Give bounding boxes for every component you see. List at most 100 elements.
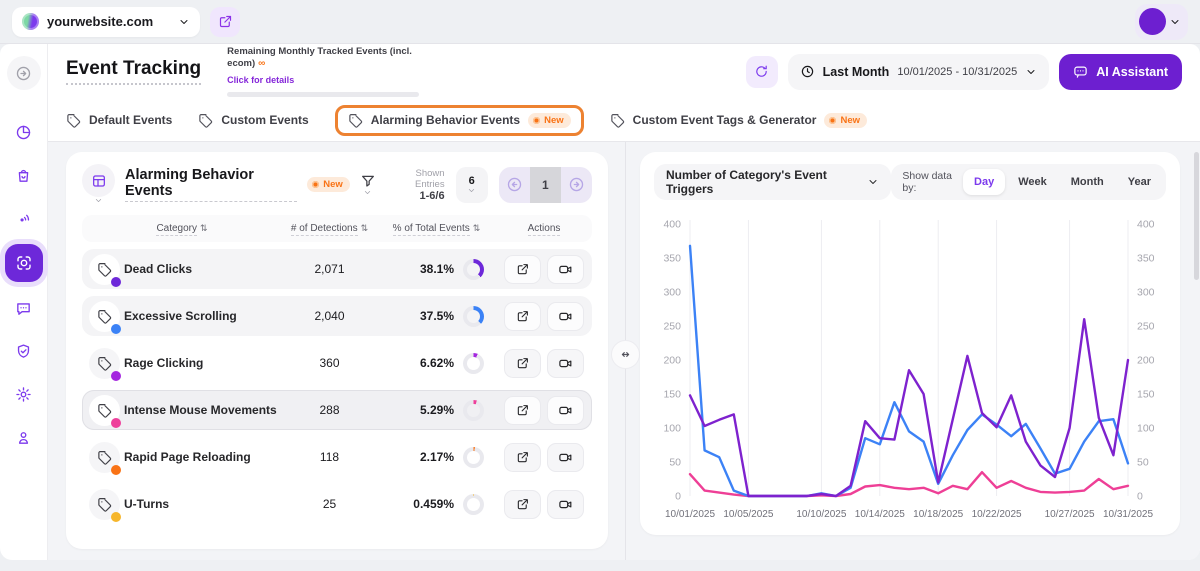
tab-label: Custom Event Tags & Generator [633, 113, 817, 127]
ai-assistant-button[interactable]: AI Assistant [1059, 54, 1182, 90]
svg-text:250: 250 [663, 321, 681, 333]
metric-selector[interactable]: Number of Category's Event Triggers [654, 164, 891, 200]
panel-icon-toggle[interactable] [82, 164, 115, 205]
percent-ring [463, 494, 484, 515]
svg-text:0: 0 [675, 491, 681, 503]
tab-alarming-behavior-events[interactable]: Alarming Behavior EventsNew [335, 105, 584, 136]
category-name: Rapid Page Reloading [124, 450, 282, 464]
open-events-button[interactable] [504, 490, 541, 519]
sidebar-item-dashboard[interactable] [7, 115, 41, 149]
svg-text:10/01/2025: 10/01/2025 [665, 509, 715, 520]
view-recordings-button[interactable] [547, 302, 584, 331]
chevron-down-icon [94, 196, 103, 205]
category-color-dot [111, 324, 121, 334]
tab-default-events[interactable]: Default Events [66, 113, 172, 128]
open-events-button[interactable] [504, 396, 541, 425]
granularity-month[interactable]: Month [1060, 169, 1115, 195]
category-icon [89, 442, 120, 473]
view-recordings-button[interactable] [547, 490, 584, 519]
prev-page-button[interactable] [499, 167, 530, 203]
column-header--of-detections[interactable]: # of Detections⇅ [282, 223, 377, 234]
chevron-down-icon [467, 186, 476, 195]
tab-custom-events[interactable]: Custom Events [198, 113, 308, 128]
sidebar-item-event-tracking[interactable] [5, 244, 43, 282]
refresh-button[interactable] [746, 56, 778, 88]
pie-chart-icon [15, 124, 32, 141]
shopping-bag-icon [15, 167, 32, 184]
page-size-selector[interactable]: 6 [456, 167, 488, 203]
filter-button[interactable] [360, 173, 376, 197]
sidebar-item-users[interactable] [7, 420, 41, 454]
chevron-down-icon [1025, 66, 1037, 78]
svg-text:350: 350 [663, 253, 681, 265]
chat-bubble-icon [15, 300, 32, 317]
sidebar-item-collapse-panel[interactable] [7, 56, 41, 90]
scrollbar[interactable] [1194, 152, 1199, 280]
avatar [1139, 8, 1166, 35]
tag-icon [97, 262, 112, 277]
table-row-dead-clicks[interactable]: Dead Clicks 2,071 38.1% [82, 249, 592, 289]
column-header--of-total-events[interactable]: % of Total Events⇅ [377, 223, 496, 234]
granularity-day[interactable]: Day [963, 169, 1005, 195]
svg-text:350: 350 [1137, 253, 1155, 265]
sidebar-item-settings[interactable] [7, 377, 41, 411]
category-icon [89, 348, 120, 379]
view-recordings-button[interactable] [547, 349, 584, 378]
click-for-details-link[interactable]: Click for details [227, 75, 294, 85]
granularity-week[interactable]: Week [1007, 169, 1058, 195]
view-recordings-button[interactable] [547, 443, 584, 472]
view-recordings-button[interactable] [547, 396, 584, 425]
detections-count: 2,040 [282, 309, 377, 323]
svg-text:100: 100 [1137, 423, 1155, 435]
sidebar-item-feedback[interactable] [7, 291, 41, 325]
svg-text:50: 50 [669, 457, 681, 469]
svg-text:10/27/2025: 10/27/2025 [1045, 509, 1095, 520]
chevron-down-icon [867, 176, 879, 188]
tag-icon [97, 356, 112, 371]
arrow-right-circle-icon [15, 65, 32, 82]
tab-label: Custom Events [221, 113, 308, 127]
open-events-button[interactable] [504, 443, 541, 472]
chevron-down-icon [1169, 16, 1181, 28]
sort-icon: ⇅ [473, 223, 481, 233]
sort-icon: ⇅ [200, 223, 208, 233]
svg-text:10/14/2025: 10/14/2025 [855, 509, 905, 520]
table-row-rapid-page-reloading[interactable]: Rapid Page Reloading 118 2.17% [82, 437, 592, 477]
open-events-button[interactable] [504, 349, 541, 378]
detections-count: 360 [282, 356, 377, 370]
granularity-switcher: Show data by: DayWeekMonthYear [891, 164, 1166, 200]
category-color-dot [111, 512, 121, 522]
account-menu[interactable] [1135, 4, 1188, 40]
new-badge: New [824, 113, 867, 128]
column-header-category[interactable]: Category⇅ [82, 223, 282, 234]
svg-text:10/31/2025: 10/31/2025 [1103, 509, 1153, 520]
sidebar-item-recordings[interactable] [7, 201, 41, 235]
person-pin-icon [15, 429, 32, 446]
open-site-button[interactable] [210, 7, 240, 37]
tag-icon [97, 497, 112, 512]
open-events-button[interactable] [504, 302, 541, 331]
category-name: Intense Mouse Movements [124, 403, 282, 417]
category-color-dot [111, 418, 121, 428]
percent-ring [463, 400, 484, 421]
svg-text:150: 150 [663, 389, 681, 401]
sidebar-item-ecommerce[interactable] [7, 158, 41, 192]
table-row-excessive-scrolling[interactable]: Excessive Scrolling 2,040 37.5% [82, 296, 592, 336]
next-page-button[interactable] [561, 167, 592, 203]
tab-custom-event-tags-generator[interactable]: Custom Event Tags & Generator New [610, 113, 867, 128]
table-row-u-turns[interactable]: U-Turns 25 0.459% [82, 484, 592, 524]
site-logo-icon [22, 13, 39, 30]
table-row-intense-mouse-movements[interactable]: Intense Mouse Movements 288 5.29% [82, 390, 592, 430]
panel-resize-handle[interactable] [611, 340, 640, 369]
svg-text:400: 400 [1137, 219, 1155, 231]
shown-entries: Shown Entries 1-6/6 [387, 168, 445, 202]
table-row-rage-clicking[interactable]: Rage Clicking 360 6.62% [82, 343, 592, 383]
open-events-button[interactable] [504, 255, 541, 284]
percent-of-total: 5.29% [420, 403, 454, 417]
date-range-selector[interactable]: Last Month 10/01/2025 - 10/31/2025 [788, 54, 1050, 90]
granularity-year[interactable]: Year [1117, 169, 1162, 195]
sidebar-item-privacy[interactable] [7, 334, 41, 368]
view-recordings-button[interactable] [547, 255, 584, 284]
site-selector[interactable]: yourwebsite.com [12, 7, 200, 37]
shield-check-icon [15, 343, 32, 360]
